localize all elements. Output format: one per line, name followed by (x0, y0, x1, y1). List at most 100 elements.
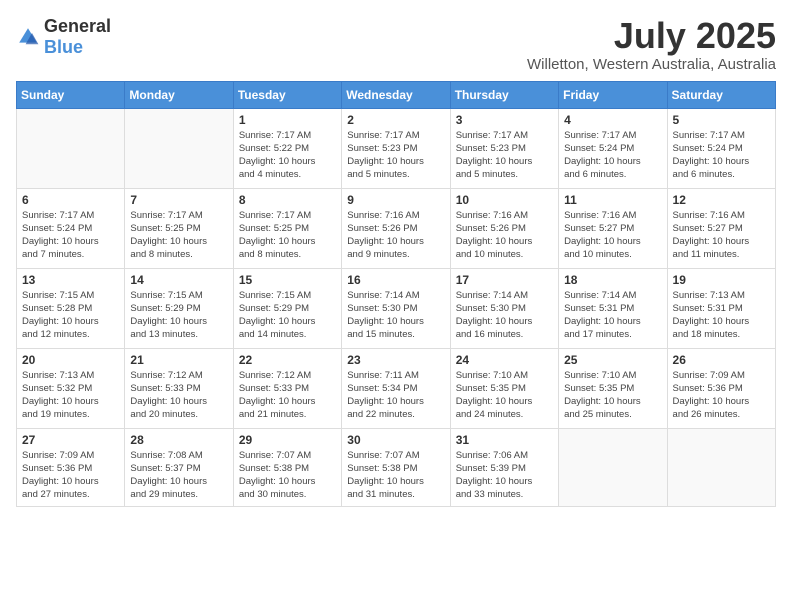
calendar-day-cell: 22 Sunrise: 7:12 AMSunset: 5:33 PMDayligh… (233, 348, 341, 428)
day-info: Sunrise: 7:06 AMSunset: 5:39 PMDaylight:… (456, 449, 553, 502)
calendar-week-row: 6 Sunrise: 7:17 AMSunset: 5:24 PMDaylight… (17, 188, 776, 268)
day-info: Sunrise: 7:15 AMSunset: 5:28 PMDaylight:… (22, 289, 119, 342)
calendar-day-cell: 3Sunrise: 7:17 AMSunset: 5:23 PMDaylight… (450, 108, 558, 188)
day-info: Sunrise: 7:16 AMSunset: 5:27 PMDaylight:… (564, 209, 661, 262)
column-header-friday: Friday (559, 81, 667, 108)
day-info: Sunrise: 7:07 AMSunset: 5:38 PMDaylight:… (239, 449, 336, 502)
calendar-day-cell: 9Sunrise: 7:16 AMSunset: 5:26 PMDaylight… (342, 188, 450, 268)
day-number: 26 (673, 353, 770, 367)
day-info: Sunrise: 7:12 AMSunset: 5:33 PMDaylight:… (239, 369, 336, 422)
calendar-week-row: 1Sunrise: 7:17 AMSunset: 5:22 PMDaylight… (17, 108, 776, 188)
calendar-day-cell: 4 Sunrise: 7:17 AMSunset: 5:24 PMDaylight… (559, 108, 667, 188)
calendar-day-cell: 25 Sunrise: 7:10 AMSunset: 5:35 PMDayligh… (559, 348, 667, 428)
day-info: Sunrise: 7:16 AMSunset: 5:26 PMDaylight:… (456, 209, 553, 262)
day-number: 29 (239, 433, 336, 447)
calendar-day-cell: 21 Sunrise: 7:12 AMSunset: 5:33 PMDayligh… (125, 348, 233, 428)
calendar-day-cell: 2 Sunrise: 7:17 AMSunset: 5:23 PMDaylight… (342, 108, 450, 188)
day-number: 17 (456, 273, 553, 287)
calendar-day-cell: 24 Sunrise: 7:10 AMSunset: 5:35 PMDayligh… (450, 348, 558, 428)
day-info: Sunrise: 7:08 AMSunset: 5:37 PMDaylight:… (130, 449, 227, 502)
day-number: 25 (564, 353, 661, 367)
day-number: 23 (347, 353, 444, 367)
calendar-day-cell: 15 Sunrise: 7:15 AMSunset: 5:29 PMDayligh… (233, 268, 341, 348)
calendar-day-cell: 29 Sunrise: 7:07 AMSunset: 5:38 PMDayligh… (233, 428, 341, 506)
calendar-week-row: 27 Sunrise: 7:09 AMSunset: 5:36 PMDayligh… (17, 428, 776, 506)
column-header-tuesday: Tuesday (233, 81, 341, 108)
calendar-day-cell: 16 Sunrise: 7:14 AMSunset: 5:30 PMDayligh… (342, 268, 450, 348)
page-header: General Blue July 2025 Willetton, Wester… (16, 16, 776, 73)
day-number: 22 (239, 353, 336, 367)
day-number: 14 (130, 273, 227, 287)
day-number: 24 (456, 353, 553, 367)
calendar-day-cell: 18Sunrise: 7:14 AMSunset: 5:31 PMDayligh… (559, 268, 667, 348)
column-header-sunday: Sunday (17, 81, 125, 108)
logo-general: General (44, 16, 111, 36)
day-number: 8 (239, 193, 336, 207)
day-number: 11 (564, 193, 661, 207)
day-info: Sunrise: 7:10 AMSunset: 5:35 PMDaylight:… (456, 369, 553, 422)
day-info: Sunrise: 7:17 AMSunset: 5:25 PMDaylight:… (239, 209, 336, 262)
calendar-day-cell: 5Sunrise: 7:17 AMSunset: 5:24 PMDaylight… (667, 108, 775, 188)
day-number: 6 (22, 193, 119, 207)
day-info: Sunrise: 7:15 AMSunset: 5:29 PMDaylight:… (130, 289, 227, 342)
month-title: July 2025 (527, 16, 776, 56)
calendar-day-cell: 11 Sunrise: 7:16 AMSunset: 5:27 PMDayligh… (559, 188, 667, 268)
day-number: 31 (456, 433, 553, 447)
day-info: Sunrise: 7:17 AMSunset: 5:23 PMDaylight:… (456, 129, 553, 182)
day-info: Sunrise: 7:09 AMSunset: 5:36 PMDaylight:… (22, 449, 119, 502)
calendar-week-row: 13 Sunrise: 7:15 AMSunset: 5:28 PMDayligh… (17, 268, 776, 348)
calendar-day-cell: 28 Sunrise: 7:08 AMSunset: 5:37 PMDayligh… (125, 428, 233, 506)
day-info: Sunrise: 7:15 AMSunset: 5:29 PMDaylight:… (239, 289, 336, 342)
column-header-wednesday: Wednesday (342, 81, 450, 108)
day-info: Sunrise: 7:16 AMSunset: 5:27 PMDaylight:… (673, 209, 770, 262)
calendar-day-cell: 27 Sunrise: 7:09 AMSunset: 5:36 PMDayligh… (17, 428, 125, 506)
day-number: 2 (347, 113, 444, 127)
column-header-thursday: Thursday (450, 81, 558, 108)
day-info: Sunrise: 7:17 AMSunset: 5:23 PMDaylight:… (347, 129, 444, 182)
calendar-week-row: 20Sunrise: 7:13 AMSunset: 5:32 PMDayligh… (17, 348, 776, 428)
day-number: 12 (673, 193, 770, 207)
calendar-day-cell: 7Sunrise: 7:17 AMSunset: 5:25 PMDaylight… (125, 188, 233, 268)
logo-blue: Blue (44, 37, 83, 57)
day-number: 4 (564, 113, 661, 127)
day-number: 16 (347, 273, 444, 287)
day-number: 13 (22, 273, 119, 287)
calendar-header-row: SundayMondayTuesdayWednesdayThursdayFrid… (17, 81, 776, 108)
calendar-day-cell: 30Sunrise: 7:07 AMSunset: 5:38 PMDayligh… (342, 428, 450, 506)
day-info: Sunrise: 7:12 AMSunset: 5:33 PMDaylight:… (130, 369, 227, 422)
day-number: 30 (347, 433, 444, 447)
day-number: 7 (130, 193, 227, 207)
day-info: Sunrise: 7:17 AMSunset: 5:24 PMDaylight:… (564, 129, 661, 182)
day-number: 5 (673, 113, 770, 127)
day-info: Sunrise: 7:14 AMSunset: 5:31 PMDaylight:… (564, 289, 661, 342)
day-number: 27 (22, 433, 119, 447)
calendar-day-cell: 14 Sunrise: 7:15 AMSunset: 5:29 PMDayligh… (125, 268, 233, 348)
calendar-table: SundayMondayTuesdayWednesdayThursdayFrid… (16, 81, 776, 507)
day-number: 21 (130, 353, 227, 367)
day-info: Sunrise: 7:11 AMSunset: 5:34 PMDaylight:… (347, 369, 444, 422)
day-number: 28 (130, 433, 227, 447)
day-number: 15 (239, 273, 336, 287)
day-number: 9 (347, 193, 444, 207)
calendar-day-cell (559, 428, 667, 506)
column-header-saturday: Saturday (667, 81, 775, 108)
logo-icon (16, 25, 40, 49)
logo: General Blue (16, 16, 111, 58)
day-info: Sunrise: 7:10 AMSunset: 5:35 PMDaylight:… (564, 369, 661, 422)
day-info: Sunrise: 7:17 AMSunset: 5:24 PMDaylight:… (22, 209, 119, 262)
day-info: Sunrise: 7:13 AMSunset: 5:32 PMDaylight:… (22, 369, 119, 422)
calendar-day-cell: 19Sunrise: 7:13 AMSunset: 5:31 PMDayligh… (667, 268, 775, 348)
calendar-day-cell (17, 108, 125, 188)
calendar-day-cell: 20Sunrise: 7:13 AMSunset: 5:32 PMDayligh… (17, 348, 125, 428)
day-number: 19 (673, 273, 770, 287)
day-info: Sunrise: 7:14 AMSunset: 5:30 PMDaylight:… (347, 289, 444, 342)
calendar-day-cell: 1Sunrise: 7:17 AMSunset: 5:22 PMDaylight… (233, 108, 341, 188)
location-subtitle: Willetton, Western Australia, Australia (527, 56, 776, 73)
day-info: Sunrise: 7:17 AMSunset: 5:22 PMDaylight:… (239, 129, 336, 182)
calendar-day-cell: 12 Sunrise: 7:16 AMSunset: 5:27 PMDayligh… (667, 188, 775, 268)
calendar-day-cell: 17 Sunrise: 7:14 AMSunset: 5:30 PMDayligh… (450, 268, 558, 348)
day-number: 10 (456, 193, 553, 207)
day-info: Sunrise: 7:14 AMSunset: 5:30 PMDaylight:… (456, 289, 553, 342)
calendar-day-cell: 10 Sunrise: 7:16 AMSunset: 5:26 PMDayligh… (450, 188, 558, 268)
calendar-day-cell (125, 108, 233, 188)
